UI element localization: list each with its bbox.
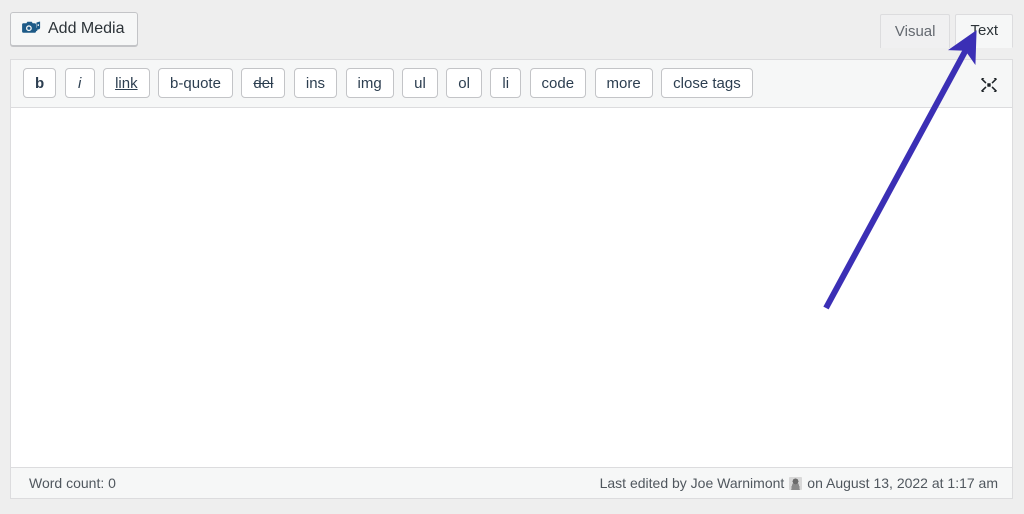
qt-button-li[interactable]: li: [490, 68, 522, 98]
fullscreen-expand-arrows-icon: [979, 75, 999, 95]
qt-button-blockquote[interactable]: b-quote: [158, 68, 233, 98]
user-avatar-icon: [789, 476, 803, 490]
qt-button-italic[interactable]: i: [64, 68, 95, 98]
quicktags-toolbar: b i link b-quote del ins img ul ol li co…: [11, 60, 1012, 108]
qt-button-code[interactable]: code: [529, 68, 587, 98]
editor-statusbar: Word count: 0 Last edited by Joe Warnimo…: [11, 467, 1012, 498]
add-media-button[interactable]: Add Media: [10, 12, 138, 46]
last-edited-suffix: on August 13, 2022 at 1:17 am: [807, 475, 998, 491]
editor-mode-tabs: Visual Text: [875, 13, 1013, 48]
media-buttons-row: Add Media: [10, 12, 138, 50]
qt-button-img[interactable]: img: [345, 68, 394, 98]
classic-editor: Add Media Visual Text b i link b-quote d…: [10, 0, 1014, 514]
qt-button-link[interactable]: link: [103, 68, 150, 98]
editor-content-textarea[interactable]: [11, 108, 1012, 457]
qt-button-del[interactable]: del: [241, 68, 286, 98]
qt-button-close-tags[interactable]: close tags: [661, 68, 753, 98]
media-camera-music-icon: [21, 19, 41, 39]
last-edited-prefix: Last edited by Joe Warnimont: [599, 475, 785, 491]
qt-button-ul[interactable]: ul: [402, 68, 438, 98]
word-count: Word count: 0: [29, 475, 116, 491]
tab-text[interactable]: Text: [955, 14, 1013, 48]
fullscreen-toggle-button[interactable]: [975, 71, 1003, 99]
last-edited-info: Last edited by Joe Warnimont on August 1…: [600, 475, 998, 491]
add-media-label: Add Media: [48, 20, 125, 37]
qt-button-more[interactable]: more: [594, 68, 653, 98]
qt-button-ins[interactable]: ins: [293, 68, 338, 98]
tab-visual[interactable]: Visual: [879, 14, 951, 48]
qt-button-bold[interactable]: b: [23, 68, 57, 98]
editor-container: b i link b-quote del ins img ul ol li co…: [10, 59, 1013, 499]
qt-button-ol[interactable]: ol: [446, 68, 482, 98]
